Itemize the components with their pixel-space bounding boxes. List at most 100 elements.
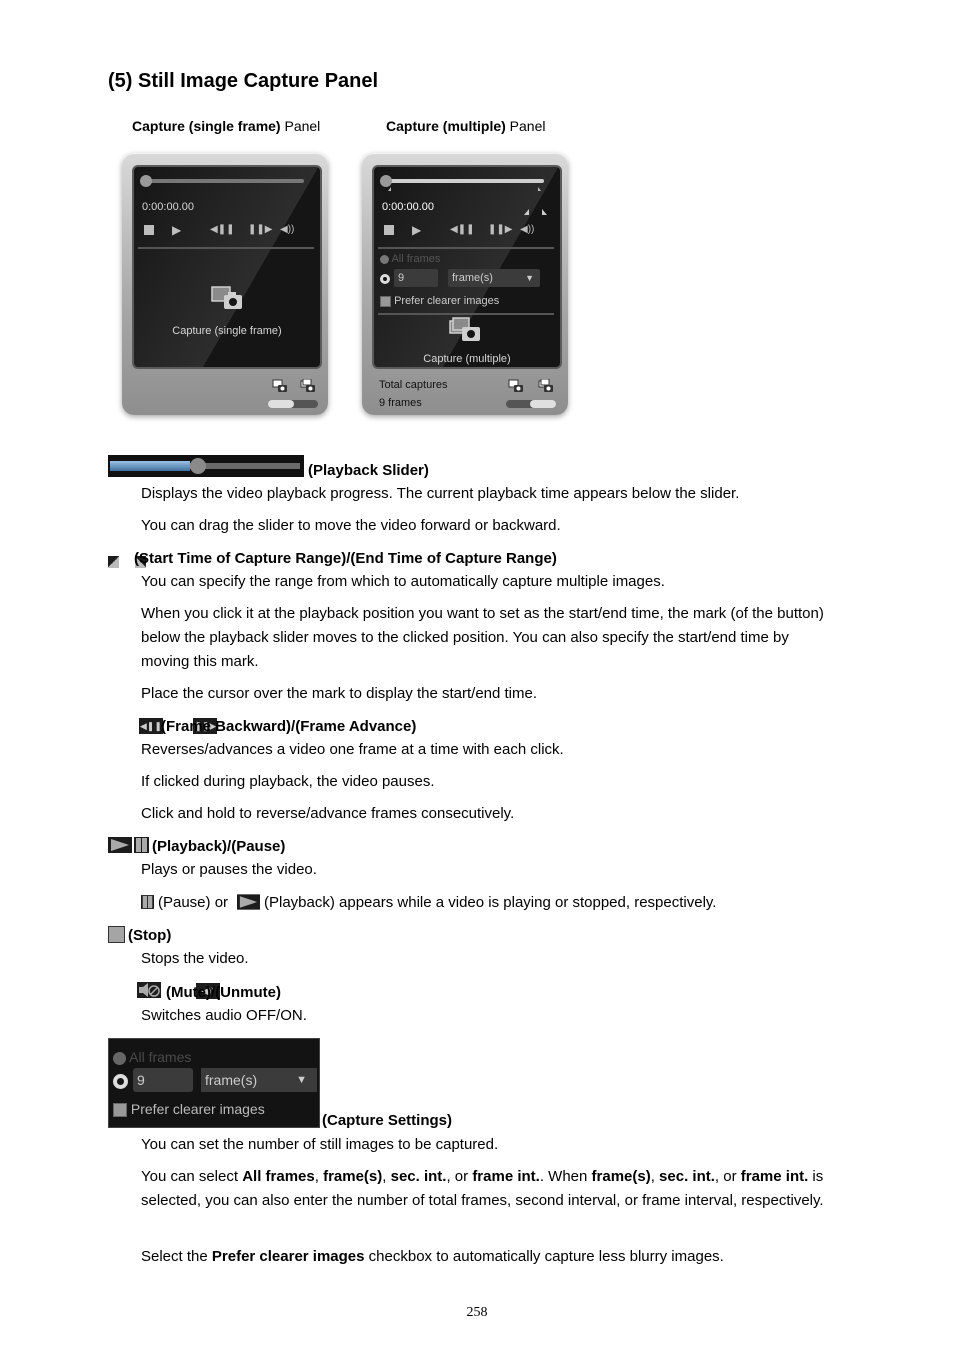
play-button[interactable]: ▶ — [412, 223, 421, 237]
frame-advance-button[interactable]: ❚❚▶ — [488, 223, 512, 237]
unit-select-value: frame(s) — [205, 1072, 258, 1088]
capture-single-icon[interactable] — [210, 285, 246, 313]
play-note-pause: (Pause) or — [158, 894, 229, 911]
slider-desc-1: Displays the video playback progress. Th… — [141, 485, 740, 502]
range-desc-1: You can specify the range from which to … — [141, 573, 665, 590]
prefer-clearer-label: Prefer clearer images — [130, 1101, 265, 1117]
single-panel-caption-bold: Capture (single frame) — [132, 118, 281, 134]
capture-settings-image: All frames 9 frame(s) ▼ Prefer clearer im… — [108, 1038, 320, 1128]
chevron-down-icon: ▼ — [296, 1074, 307, 1086]
capture-multiple-icon[interactable] — [448, 317, 484, 345]
count-input: 9 — [133, 1068, 193, 1092]
count-input[interactable]: 9 — [394, 269, 438, 287]
chevron-down-icon: ▼ — [525, 273, 534, 283]
pause-icon — [141, 895, 154, 909]
timecode: 0:00:00.00 — [382, 201, 434, 213]
multiple-mode-icon[interactable] — [538, 379, 554, 393]
multiple-panel-caption-rest: Panel — [505, 118, 546, 134]
unit-select[interactable]: frame(s) ▼ — [448, 269, 540, 287]
single-panel-caption-rest: Panel — [280, 118, 321, 134]
slider-term: (Playback Slider) — [308, 462, 429, 479]
playback-slider-thumb[interactable] — [140, 175, 152, 187]
playback-controls: ▶ ◀❚❚ ❚❚▶ ◀)) — [140, 223, 314, 237]
all-frames-label: All frames — [391, 253, 441, 265]
stop-term: (Stop) — [128, 927, 172, 944]
mute-term: (Mute)/(Unmute) — [166, 984, 281, 1001]
capture-single-panel: 0:00:00.00 ▶ ◀❚❚ ❚❚▶ ◀)) Capture (single… — [122, 153, 328, 415]
frame-term: (Frame Backward)/(Frame Advance) — [161, 718, 417, 735]
frame-desc-1: Reverses/advances a video one frame at a… — [141, 741, 564, 758]
range-start-mark[interactable] — [388, 187, 391, 191]
play-desc-1: Plays or pauses the video. — [141, 861, 317, 878]
range-desc-3: Place the cursor over the mark to displa… — [141, 685, 538, 702]
frame-backward-icon: ◀❚❚ — [138, 717, 163, 734]
start-time-icon — [108, 555, 119, 568]
multiple-panel-screen: 0:00:00.00 ▶ ◀❚❚ ❚❚▶ ◀)) All frames 9 fr… — [372, 165, 562, 369]
frame-backward-button[interactable]: ◀❚❚ — [450, 223, 474, 237]
mute-button[interactable]: ◀)) — [280, 223, 294, 237]
mute-button[interactable]: ◀)) — [520, 223, 534, 237]
total-captures-label: Total captures — [379, 379, 448, 391]
count-radio — [113, 1074, 128, 1089]
frame-desc-2: If clicked during playback, the video pa… — [141, 773, 435, 790]
capture-multiple-label[interactable]: Capture (multiple) — [374, 353, 560, 365]
all-frames-option: All frames — [113, 1049, 191, 1065]
frame-desc-3: Click and hold to reverse/advance frames… — [141, 805, 515, 822]
multiple-panel-caption-bold: Capture (multiple) — [386, 118, 506, 134]
stop-desc-1: Stops the video. — [141, 950, 249, 967]
divider — [378, 247, 554, 249]
page-title: (5) Still Image Capture Panel — [108, 70, 379, 92]
playback-controls: ▶ ◀❚❚ ❚❚▶ ◀)) — [380, 223, 554, 237]
single-mode-icon[interactable] — [508, 379, 524, 393]
slider-thumb — [190, 458, 206, 474]
frame-advance-button[interactable]: ❚❚▶ — [248, 223, 272, 237]
range-desc-2: When you click it at the playback positi… — [141, 605, 824, 670]
all-frames-radio[interactable] — [380, 254, 389, 264]
play-icon — [108, 837, 132, 853]
range-end-mark[interactable] — [538, 187, 541, 191]
slider-fill — [110, 461, 190, 471]
page-number: 258 — [466, 1305, 488, 1320]
settings-term: (Capture Settings) — [322, 1112, 453, 1129]
prefer-clearer-label: Prefer clearer images — [394, 295, 500, 307]
unit-select: frame(s) ▼ — [201, 1068, 317, 1092]
prefer-clearer-checkbox[interactable] — [380, 295, 391, 307]
play-note-play: (Playback) appears while a video is play… — [264, 894, 717, 911]
unit-select-value: frame(s) — [452, 272, 493, 284]
divider — [138, 247, 314, 249]
glare — [134, 167, 319, 367]
frame-backward-button[interactable]: ◀❚❚ — [210, 223, 234, 237]
multiple-mode-icon[interactable] — [300, 379, 316, 393]
multiple-panel-caption: Capture (multiple) Panel — [386, 118, 545, 134]
mode-toggle[interactable] — [268, 400, 318, 408]
range-term: (Start Time of Capture Range)/(End Time … — [134, 550, 557, 567]
play-icon — [237, 894, 260, 910]
all-frames-label: All frames — [129, 1049, 192, 1065]
mode-toggle-knob[interactable] — [268, 400, 294, 408]
capture-multiple-panel: 0:00:00.00 ▶ ◀❚❚ ❚❚▶ ◀)) All frames 9 fr… — [362, 153, 568, 415]
timecode: 0:00:00.00 — [142, 201, 194, 213]
stop-icon — [108, 926, 125, 943]
mode-toggle-knob[interactable] — [530, 400, 556, 408]
start-time-button[interactable] — [524, 209, 529, 215]
playback-slider-track[interactable] — [146, 179, 304, 183]
stop-button[interactable] — [144, 225, 154, 235]
mode-toggle[interactable] — [506, 400, 556, 408]
slider-rest — [190, 463, 300, 469]
capture-single-label[interactable]: Capture (single frame) — [134, 325, 320, 337]
single-panel-screen: 0:00:00.00 ▶ ◀❚❚ ❚❚▶ ◀)) Capture (single… — [132, 165, 322, 369]
count-radio[interactable] — [380, 274, 390, 284]
settings-desc-2: You can select All frames, frame(s), sec… — [141, 1168, 824, 1209]
playback-slider-thumb[interactable] — [380, 175, 392, 187]
playback-slider-track[interactable] — [386, 179, 544, 183]
play-button[interactable]: ▶ — [172, 223, 181, 237]
prefer-clearer-option[interactable]: Prefer clearer images — [380, 295, 499, 307]
end-time-button[interactable] — [542, 209, 547, 215]
prefer-clearer-option: Prefer clearer images — [113, 1101, 265, 1118]
stop-button[interactable] — [384, 225, 394, 235]
single-mode-icon[interactable] — [272, 379, 288, 393]
all-frames-option[interactable]: All frames — [380, 253, 440, 265]
pause-icon — [134, 837, 149, 853]
slider-desc-2: You can drag the slider to move the vide… — [141, 517, 561, 534]
divider — [378, 313, 554, 315]
